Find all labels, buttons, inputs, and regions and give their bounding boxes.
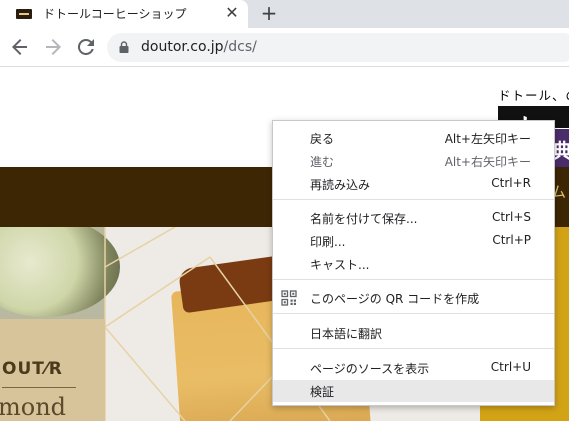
address-bar[interactable]: doutor.co.jp/dcs/ — [107, 33, 569, 62]
forward-arrow-icon[interactable] — [41, 35, 65, 59]
context-menu: 戻る Alt+左矢印キー 進む Alt+右矢印キー 再読み込み Ctrl+R 名… — [272, 120, 555, 406]
menu-separator — [273, 279, 554, 280]
menu-item-save-as[interactable]: 名前を付けて保存... Ctrl+S — [273, 207, 554, 229]
site-tagline: ドトール、の — [498, 88, 569, 103]
menu-item-reload[interactable]: 再読み込み Ctrl+R — [273, 173, 554, 195]
lock-icon[interactable] — [119, 41, 129, 53]
card-product-text: mond — [0, 393, 67, 421]
menu-item-translate[interactable]: 日本語に翻訳 — [273, 322, 554, 344]
new-tab-icon[interactable]: + — [258, 2, 280, 24]
tab-strip: ドトールコーヒーショップ ✕ + — [0, 0, 569, 28]
menu-item-back[interactable]: 戻る Alt+左矢印キー — [273, 127, 554, 149]
back-arrow-icon[interactable] — [8, 35, 32, 59]
reload-icon[interactable] — [74, 35, 98, 59]
card-brand-text: OUT⁄R — [2, 359, 63, 379]
tab-title: ドトールコーヒーショップ — [43, 7, 187, 21]
menu-item-forward[interactable]: 進む Alt+右矢印キー — [273, 150, 554, 172]
menu-item-inspect[interactable]: 検証 — [273, 380, 554, 402]
card-divider — [2, 387, 76, 388]
qr-code-icon — [281, 290, 297, 306]
doutor-favicon-icon — [16, 9, 32, 19]
menu-item-print[interactable]: 印刷... Ctrl+P — [273, 230, 554, 252]
browser-toolbar: doutor.co.jp/dcs/ — [0, 28, 569, 67]
menu-item-view-source[interactable]: ページのソースを表示 Ctrl+U — [273, 357, 554, 379]
menu-item-qr-code[interactable]: このページの QR コードを作成 — [273, 287, 554, 309]
menu-separator — [273, 313, 554, 314]
menu-item-cast[interactable]: キャスト... — [273, 253, 554, 275]
url-text[interactable]: doutor.co.jp/dcs/ — [141, 39, 257, 55]
menu-separator — [273, 199, 554, 200]
browser-tab[interactable]: ドトールコーヒーショップ ✕ — [0, 0, 248, 28]
close-tab-icon[interactable]: ✕ — [222, 3, 242, 23]
product-label-card: OUT⁄R mond — [0, 319, 105, 421]
menu-separator — [273, 348, 554, 349]
